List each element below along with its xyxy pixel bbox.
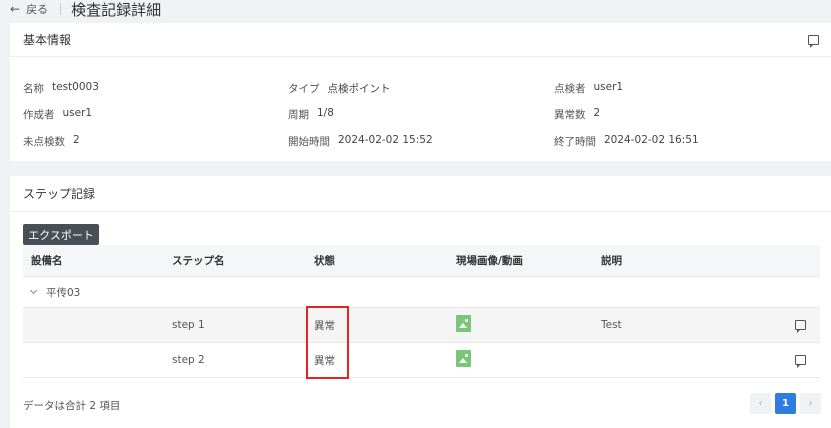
info-value: 2024-02-02 15:52 (338, 133, 433, 146)
info-creator: 作成者 user1 (23, 107, 288, 122)
row-actions (781, 355, 820, 368)
comment-icon[interactable] (808, 35, 819, 48)
group-row[interactable]: 平传03 (23, 277, 820, 308)
table-row: step 2 異常 (23, 343, 820, 378)
arrow-left-icon: ← (10, 2, 21, 16)
info-label: 未点検数 (23, 135, 65, 148)
pagination: ‹ 1 › (750, 393, 821, 414)
column-header[interactable]: 現場画像/動画 (456, 253, 601, 268)
basic-info-card: 基本情報 名称 test0003 タイプ 点検ポイント 点検者 user1 作成者 us… (10, 23, 831, 161)
info-name: 名称 test0003 (23, 81, 288, 96)
info-value: 1/8 (317, 107, 334, 120)
basic-info-grid: 名称 test0003 タイプ 点検ポイント 点検者 user1 作成者 user1 周… (23, 75, 823, 155)
total-count: データは合計 2 項目 (23, 400, 121, 412)
prev-page-button[interactable]: ‹ (750, 393, 771, 414)
info-label: 名称 (23, 82, 44, 95)
info-row: 作成者 user1 周期 1/8 異常数 2 (23, 102, 823, 129)
status-cell: 異常 (314, 354, 335, 367)
info-value: test0003 (52, 80, 99, 93)
column-header[interactable]: ステップ名 (172, 253, 314, 268)
info-value: user1 (62, 107, 93, 120)
column-header[interactable]: 説明 (601, 253, 781, 268)
comment-icon[interactable] (795, 355, 806, 368)
info-label: 点検者 (554, 82, 586, 95)
info-anomaly-count: 異常数 2 (554, 107, 814, 122)
row-actions (781, 320, 820, 333)
info-value: 2024-02-02 16:51 (604, 133, 699, 146)
header-divider (60, 3, 62, 15)
info-row: 未点検数 2 開始時間 2024-02-02 15:52 終了時間 2024-02-0… (23, 128, 823, 155)
info-label: 異常数 (554, 109, 586, 122)
group-label: 平传03 (46, 286, 81, 299)
top-bar: ← 戻る 検査記録詳細 (0, 0, 831, 19)
column-header[interactable]: 設備名 (23, 253, 172, 268)
info-label: 作成者 (23, 109, 55, 122)
steps-title: ステップ記録 (23, 187, 96, 201)
table-row: step 1 異常 Test (23, 308, 820, 343)
info-end-time: 終了時間 2024-02-02 16:51 (554, 134, 814, 149)
info-type: タイプ 点検ポイント (288, 81, 554, 96)
table-header: 設備名 ステップ名 状態 現場画像/動画 説明 (23, 245, 820, 277)
back-label: 戻る (26, 3, 49, 16)
export-button[interactable]: エクスポート (23, 224, 99, 245)
info-inspector: 点検者 user1 (554, 81, 814, 96)
info-label: 周期 (288, 109, 309, 122)
image-icon[interactable] (456, 350, 471, 367)
step-name-cell: step 1 (172, 319, 205, 331)
step-name-cell: step 2 (172, 354, 205, 366)
info-start-time: 開始時間 2024-02-02 15:52 (288, 134, 554, 149)
page-button[interactable]: 1 (775, 393, 796, 414)
image-icon[interactable] (456, 315, 471, 332)
media-cell (456, 315, 601, 335)
back-button[interactable]: ← 戻る (0, 1, 48, 17)
info-label: 終了時間 (554, 135, 596, 148)
next-page-button[interactable]: › (800, 393, 821, 414)
comment-icon[interactable] (795, 320, 806, 333)
info-value: 2 (73, 133, 80, 146)
status-cell: 異常 (314, 319, 335, 332)
info-value: 点検ポイント (327, 82, 391, 95)
page-title: 検査記録詳細 (71, 0, 162, 19)
info-row: 名称 test0003 タイプ 点検ポイント 点検者 user1 (23, 75, 823, 102)
info-label: 開始時間 (288, 135, 330, 148)
info-cycle: 周期 1/8 (288, 107, 554, 122)
basic-info-title: 基本情報 (23, 33, 72, 47)
steps-card: ステップ記録 エクスポート 設備名 ステップ名 状態 現場画像/動画 説明 平传… (10, 176, 831, 428)
info-label: タイプ (288, 82, 320, 95)
info-value: user1 (593, 80, 624, 93)
info-uninspected-count: 未点検数 2 (23, 134, 288, 149)
basic-info-header: 基本情報 (10, 23, 831, 57)
steps-header: ステップ記録 (10, 176, 831, 212)
chevron-down-icon[interactable] (29, 286, 38, 295)
column-header[interactable]: 状態 (314, 253, 456, 268)
info-value: 2 (593, 107, 601, 120)
media-cell (456, 350, 601, 370)
steps-table: 設備名 ステップ名 状態 現場画像/動画 説明 平传03 step 1 異常 T… (23, 245, 820, 378)
description-cell: Test (601, 319, 622, 331)
